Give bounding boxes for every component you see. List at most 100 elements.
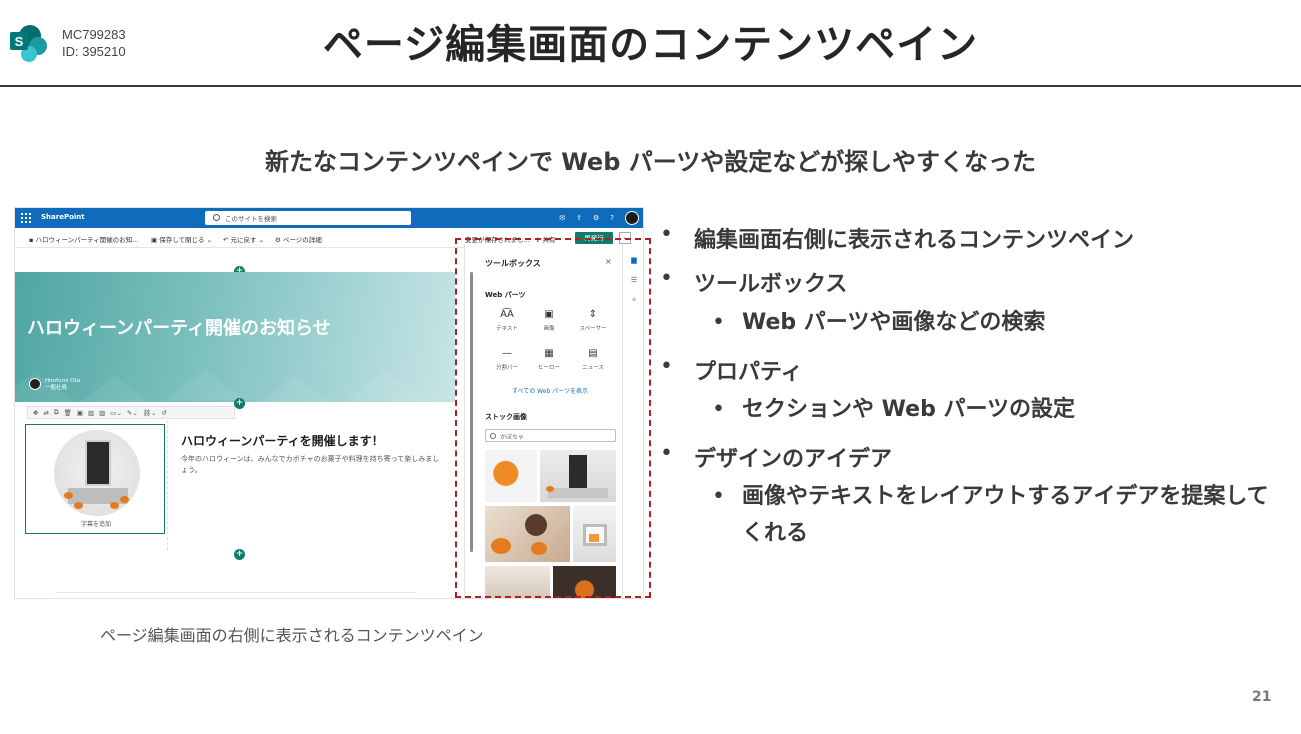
stock-image-thumb[interactable] (485, 566, 550, 598)
divider-webpart-icon: — (502, 348, 512, 359)
share-button[interactable]: ⇪ 共有 (535, 234, 556, 244)
webpart-spacer[interactable]: ⇕ スペーサー (573, 308, 613, 332)
suite-bar: SharePoint このサイトを検索 ✉ ⇪ ⚙ ? (15, 208, 643, 228)
stock-image-thumb[interactable] (540, 450, 616, 502)
bullet-text: デザインのアイデア (694, 447, 893, 472)
add-section-bottom-icon[interactable]: + (234, 549, 245, 560)
properties-tab-icon[interactable]: ☰ (629, 276, 639, 285)
page-number: 21 (1252, 689, 1272, 705)
bullet-dot: • (660, 354, 673, 379)
user-avatar[interactable] (625, 211, 639, 225)
bullet-dot: • (660, 441, 673, 466)
copy-icon[interactable]: ⧉ (54, 408, 59, 417)
webpart-hero[interactable]: ▦ ヒーロー (529, 347, 569, 371)
webpart-edit-toolbar: ✥ ⇄ ⧉ 🗑 ▣ ▧ ▨ ▭⌄ ✎⌄ ⛓⌄ ↺ (27, 406, 235, 419)
see-all-webparts-link[interactable]: すべての Web パーツを表示 (485, 386, 615, 395)
spacer-webpart-icon: ⇕ (588, 309, 598, 320)
link-icon[interactable]: ⛓⌄ (143, 409, 157, 417)
pane-scrollbar[interactable] (470, 272, 473, 552)
stock-image-thumb[interactable] (553, 566, 616, 598)
page-name-button[interactable]: ▪ ハロウィーンパーティ開催のお知... (29, 234, 138, 244)
design-ideas-tab-icon[interactable]: ✧ (629, 296, 639, 305)
text-webpart-icon: A͡A (500, 309, 514, 320)
undo-button[interactable]: ↶ 元に戻す ⌄ (223, 234, 264, 244)
swap-icon[interactable]: ⇄ (43, 409, 48, 417)
author-role: 一般社員 (45, 385, 68, 391)
move-icon[interactable]: ✥ (33, 409, 38, 417)
webpart-text[interactable]: A͡A テキスト (487, 308, 527, 332)
edit-icon[interactable]: ✎⌄ (127, 409, 138, 417)
reset-icon[interactable]: ↺ (162, 409, 167, 417)
title-area-banner[interactable]: ハロウィーンパーティ開催のお知らせ Hirofumi Ota 一般社員 (15, 272, 455, 402)
search-icon (213, 214, 220, 221)
stock-image-thumb[interactable] (485, 450, 537, 502)
share-icon[interactable]: ⇪ (576, 214, 582, 222)
save-status: 変更が保存されまし... (465, 236, 530, 244)
site-search-box[interactable]: このサイトを検索 (205, 211, 411, 225)
bullet-dot: • (712, 484, 725, 509)
webpart-news[interactable]: ▤ ニュース (573, 347, 613, 371)
bullet-dot: • (712, 310, 725, 335)
bullet-text: Web パーツや画像などの検索 (742, 310, 1046, 335)
bottom-divider (55, 592, 415, 593)
article-body-text[interactable]: 今年のハロウィーンは、みんなでカボチャのお菓子や料理を持ち寄って楽しみましょう。 (181, 454, 443, 476)
bullet-text: ツールボックス (694, 272, 848, 297)
screenshot-caption: ページ編集画面の右側に表示されるコンテンツペイン (100, 626, 484, 645)
slide-subtitle: 新たなコンテンツペインで Web パーツや設定などが探しやすくなった (264, 148, 1037, 176)
bullet-dot: • (712, 397, 725, 422)
sharepoint-screenshot: SharePoint このサイトを検索 ✉ ⇪ ⚙ ? ▪ ハロウィーンパーティ… (14, 207, 644, 599)
column-divider (167, 420, 168, 550)
page-details-button[interactable]: ⚙ ページの詳細 (275, 234, 322, 244)
app-launcher-icon[interactable] (21, 213, 31, 223)
delete-icon[interactable]: 🗑 (64, 409, 72, 417)
webpart-label: テキスト (496, 326, 518, 332)
search-placeholder: このサイトを検索 (225, 215, 277, 223)
bullet-text: プロパティ (694, 360, 803, 385)
bullet-text: 編集画面右側に表示されるコンテンツペイン (694, 228, 1135, 253)
page-name-label: ハロウィーンパーティ開催のお知... (35, 236, 139, 244)
expand-chevron-icon[interactable]: ⌄ (619, 232, 631, 244)
webparts-heading: Web パーツ (485, 291, 526, 299)
chat-icon[interactable]: ✉ (559, 214, 565, 222)
pane-side-rail: ▆ ☰ ✧ (622, 244, 643, 598)
suite-bar-actions: ✉ ⇪ ⚙ ? (559, 211, 639, 225)
share-label: 共有 (542, 236, 556, 244)
save-close-button[interactable]: ▣ 保存して閉じる ⌄ (151, 234, 212, 244)
news-webpart-icon: ▤ (588, 348, 598, 359)
article-heading[interactable]: ハロウィーンパーティを開催します！ (181, 432, 384, 449)
hero-webpart-icon: ▦ (544, 348, 554, 359)
image-webpart-icon: ▣ (544, 309, 554, 320)
webpart-label: ニュース (582, 365, 604, 371)
toolbox-tab-icon[interactable]: ▆ (629, 256, 639, 265)
save-close-label: 保存して閉じる (159, 236, 205, 244)
republish-button[interactable]: 再発行 (575, 232, 613, 244)
resize-icon[interactable]: ▨ (99, 409, 105, 417)
image-webpart[interactable]: 字幕を追加 (25, 424, 165, 534)
toolbox-title: ツールボックス (485, 259, 541, 268)
add-section-middle-icon[interactable]: + (234, 398, 245, 409)
webpart-label: ヒーロー (537, 365, 560, 371)
page-hero-title[interactable]: ハロウィーンパーティ開催のお知らせ (27, 314, 331, 340)
webpart-label: 分割バー (495, 365, 518, 371)
stock-image-thumb[interactable] (573, 506, 616, 562)
crop-icon[interactable]: ▧ (88, 409, 94, 417)
stock-image-search[interactable]: かぼちゃ (485, 429, 616, 442)
add-caption-label[interactable]: 字幕を追加 (26, 519, 166, 528)
image-icon[interactable]: ▣ (77, 409, 83, 417)
help-icon[interactable]: ? (610, 214, 614, 222)
webpart-label: 画像 (543, 326, 555, 332)
settings-icon[interactable]: ⚙ (593, 214, 599, 222)
align-icon[interactable]: ▭⌄ (110, 409, 122, 417)
search-icon (490, 433, 496, 439)
title-divider (0, 85, 1301, 87)
webpart-divider[interactable]: — 分割バー (487, 347, 527, 371)
webpart-image[interactable]: ▣ 画像 (529, 308, 569, 332)
slide-title: ページ編集画面のコンテンツペイン (322, 22, 979, 68)
author-name: Hirofumi Ota (45, 378, 81, 384)
app-name[interactable]: SharePoint (41, 213, 85, 221)
halloween-door-image (54, 430, 140, 516)
stock-image-thumb[interactable] (485, 506, 570, 562)
undo-label: 元に戻す (230, 236, 257, 244)
close-icon[interactable]: × (605, 257, 612, 266)
author-info: Hirofumi Ota 一般社員 (45, 378, 80, 392)
